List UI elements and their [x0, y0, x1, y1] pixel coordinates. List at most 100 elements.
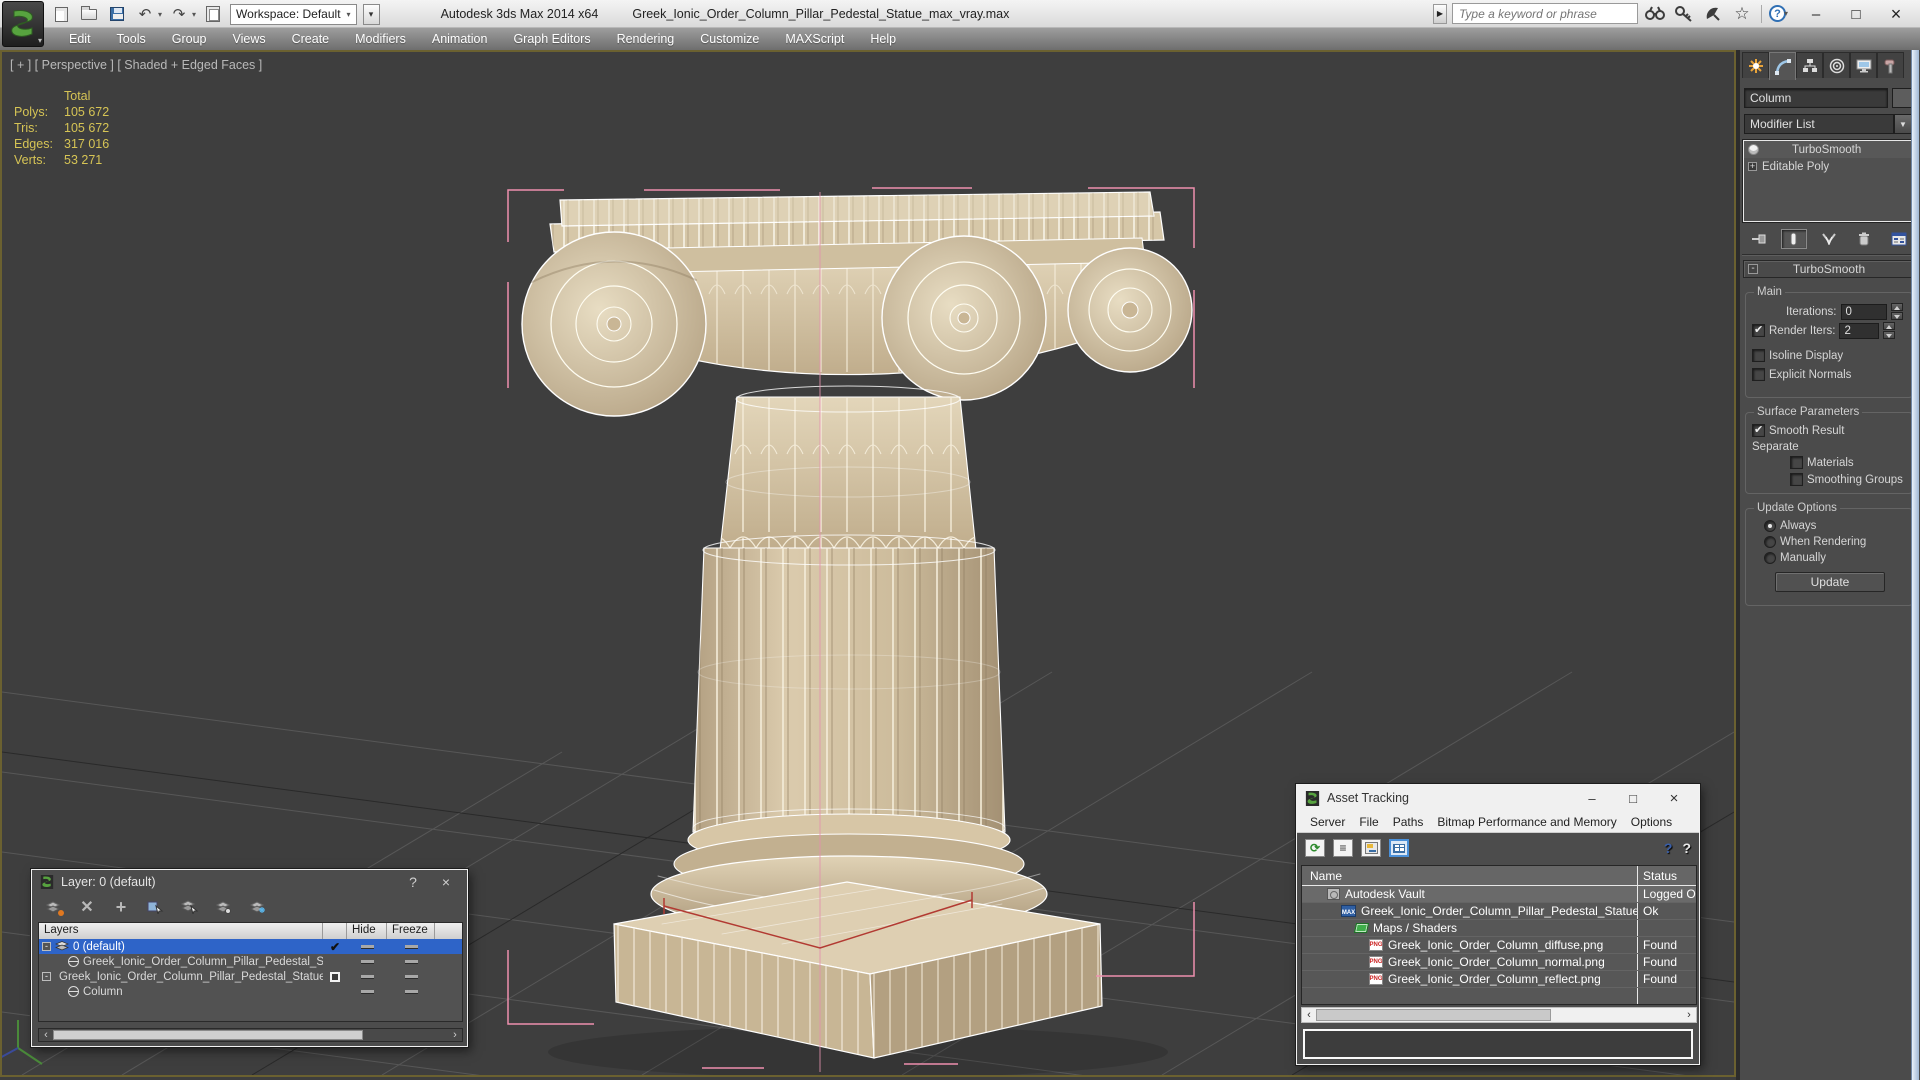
at-menu-options[interactable]: Options: [1624, 815, 1679, 829]
layer-close-button[interactable]: ×: [433, 874, 459, 890]
iterations-spinner[interactable]: [1890, 303, 1903, 320]
scroll-left-arrow[interactable]: ‹: [39, 1029, 53, 1041]
make-unique-button[interactable]: [1816, 229, 1842, 249]
iterations-value-field[interactable]: 0: [1840, 303, 1887, 320]
project-folder-button[interactable]: [202, 3, 224, 25]
layer-row-object-column[interactable]: Column: [39, 984, 462, 999]
save-file-button[interactable]: [106, 3, 128, 25]
tab-modify[interactable]: [1769, 52, 1796, 80]
select-highlighted-objects-button[interactable]: [144, 898, 166, 916]
asset-row-diffuse[interactable]: PNG Greek_Ionic_Order_Column_diffuse.png …: [1302, 937, 1696, 954]
set-current-layer-box[interactable]: [330, 971, 340, 982]
tab-utilities[interactable]: [1877, 52, 1904, 78]
close-button[interactable]: ×: [1876, 1, 1916, 27]
help-globe-icon[interactable]: ?: [1664, 840, 1673, 856]
at-minimize-button[interactable]: –: [1575, 791, 1609, 806]
add-selection-to-layer-button[interactable]: +: [110, 897, 132, 917]
layer-row-default[interactable]: - 0 (default) ✔: [39, 939, 462, 954]
workspace-selector[interactable]: Workspace: Default ▾: [230, 3, 357, 25]
modifier-list-dropdown[interactable]: Modifier List ▼: [1744, 114, 1912, 134]
viewport-label[interactable]: [ + ] [ Perspective ] [ Shaded + Edged F…: [10, 58, 262, 72]
rollout-collapse-icon[interactable]: -: [1748, 264, 1758, 274]
communication-center-button[interactable]: [1701, 3, 1725, 24]
tab-create[interactable]: [1742, 52, 1769, 78]
tab-display[interactable]: [1850, 52, 1877, 78]
asset-horizontal-scrollbar[interactable]: ‹ ›: [1301, 1007, 1697, 1023]
at-menu-server[interactable]: Server: [1303, 815, 1352, 829]
always-radio[interactable]: [1764, 520, 1776, 532]
collapse-minus-icon[interactable]: -: [42, 942, 51, 951]
toolbar-flyout-button[interactable]: ▾: [362, 3, 380, 25]
asset-row-normal[interactable]: PNG Greek_Ionic_Order_Column_normal.png F…: [1302, 954, 1696, 971]
menu-rendering[interactable]: Rendering: [604, 32, 688, 46]
layer-help-button[interactable]: ?: [400, 874, 426, 890]
at-close-button[interactable]: ×: [1657, 790, 1691, 807]
hide-toggle[interactable]: [360, 990, 374, 993]
menu-customize[interactable]: Customize: [687, 32, 772, 46]
render-iters-spinner[interactable]: [1883, 322, 1896, 339]
scroll-thumb[interactable]: [1316, 1009, 1551, 1021]
table-view-button[interactable]: [1389, 839, 1409, 857]
help-button[interactable]: ? ▾: [1768, 5, 1788, 22]
context-help-icon[interactable]: ?: [1682, 840, 1691, 856]
layer-horizontal-scrollbar[interactable]: ‹ ›: [38, 1028, 463, 1042]
freeze-toggle[interactable]: [404, 990, 418, 993]
layers-column-header[interactable]: Layers: [39, 923, 323, 939]
pin-stack-button[interactable]: [1746, 229, 1772, 249]
update-button[interactable]: Update: [1775, 572, 1885, 592]
asset-row-reflect[interactable]: PNG Greek_Ionic_Order_Column_reflect.png …: [1302, 971, 1696, 988]
menu-group[interactable]: Group: [159, 32, 220, 46]
manually-radio[interactable]: [1764, 552, 1776, 564]
new-scene-button[interactable]: [50, 3, 72, 25]
object-name-field[interactable]: Column: [1744, 88, 1888, 108]
redo-button[interactable]: ↷: [168, 3, 190, 25]
menu-create[interactable]: Create: [279, 32, 343, 46]
smoothing-groups-checkbox[interactable]: [1790, 473, 1803, 486]
freeze-toggle[interactable]: [404, 945, 418, 948]
menu-animation[interactable]: Animation: [419, 32, 501, 46]
layer-dialog-titlebar[interactable]: Layer: 0 (default) ? ×: [32, 870, 467, 894]
application-menu-button[interactable]: ▾: [2, 1, 44, 47]
scroll-right-arrow[interactable]: ›: [448, 1029, 462, 1041]
scroll-left-arrow[interactable]: ‹: [1302, 1009, 1316, 1021]
menu-help[interactable]: Help: [857, 32, 909, 46]
refresh-button[interactable]: ⟳: [1305, 839, 1325, 857]
delete-layer-button[interactable]: ✕: [76, 898, 98, 916]
freeze-toggle[interactable]: [404, 960, 418, 963]
status-column-header[interactable]: Status: [1638, 869, 1696, 883]
subscription-button[interactable]: [1672, 3, 1696, 24]
at-menu-bitmap-performance[interactable]: Bitmap Performance and Memory: [1430, 815, 1623, 829]
asset-tracking-titlebar[interactable]: Asset Tracking – □ ×: [1297, 785, 1699, 811]
menu-edit[interactable]: Edit: [56, 32, 104, 46]
infocenter-expand-button[interactable]: ▶: [1432, 3, 1447, 24]
menu-tools[interactable]: Tools: [104, 32, 159, 46]
freeze-layer-button[interactable]: [246, 898, 268, 916]
hide-freeze-toggle-button[interactable]: [212, 898, 234, 916]
modifier-list-arrow[interactable]: ▼: [1894, 114, 1912, 134]
explicit-normals-checkbox[interactable]: [1752, 368, 1765, 381]
scroll-thumb[interactable]: [53, 1030, 363, 1040]
hide-column-header[interactable]: Hide: [347, 923, 387, 939]
layer-row-statue-layer[interactable]: - Greek_Ionic_Order_Column_Pillar_Pedest…: [39, 969, 462, 984]
materials-checkbox[interactable]: [1790, 456, 1803, 469]
asset-row-maxfile[interactable]: MAX Greek_Ionic_Order_Column_Pillar_Pedes…: [1302, 903, 1696, 920]
tab-motion[interactable]: [1823, 52, 1850, 78]
minimize-button[interactable]: –: [1796, 1, 1836, 27]
undo-button[interactable]: ↶: [134, 3, 156, 25]
tab-hierarchy[interactable]: [1796, 52, 1823, 78]
turbosmooth-rollout-header[interactable]: - TurboSmooth: [1743, 260, 1915, 278]
render-iters-checkbox[interactable]: [1752, 323, 1765, 337]
set-path-button[interactable]: [1361, 839, 1381, 857]
smooth-result-checkbox[interactable]: [1752, 423, 1765, 437]
stack-item-turbosmooth[interactable]: TurboSmooth: [1744, 141, 1912, 158]
stack-item-editable-poly[interactable]: + Editable Poly: [1744, 158, 1912, 175]
current-column-header[interactable]: [323, 923, 347, 939]
asset-row-maps-shaders[interactable]: Maps / Shaders: [1302, 920, 1696, 937]
freeze-toggle[interactable]: [404, 975, 418, 978]
modifier-enabled-bulb-icon[interactable]: [1748, 144, 1759, 155]
when-rendering-radio[interactable]: [1764, 536, 1776, 548]
redo-dropdown-caret[interactable]: ▾: [192, 10, 196, 19]
collapse-minus-icon[interactable]: -: [42, 972, 51, 981]
isoline-display-checkbox[interactable]: [1752, 349, 1765, 362]
name-column-header[interactable]: Name: [1302, 866, 1638, 885]
